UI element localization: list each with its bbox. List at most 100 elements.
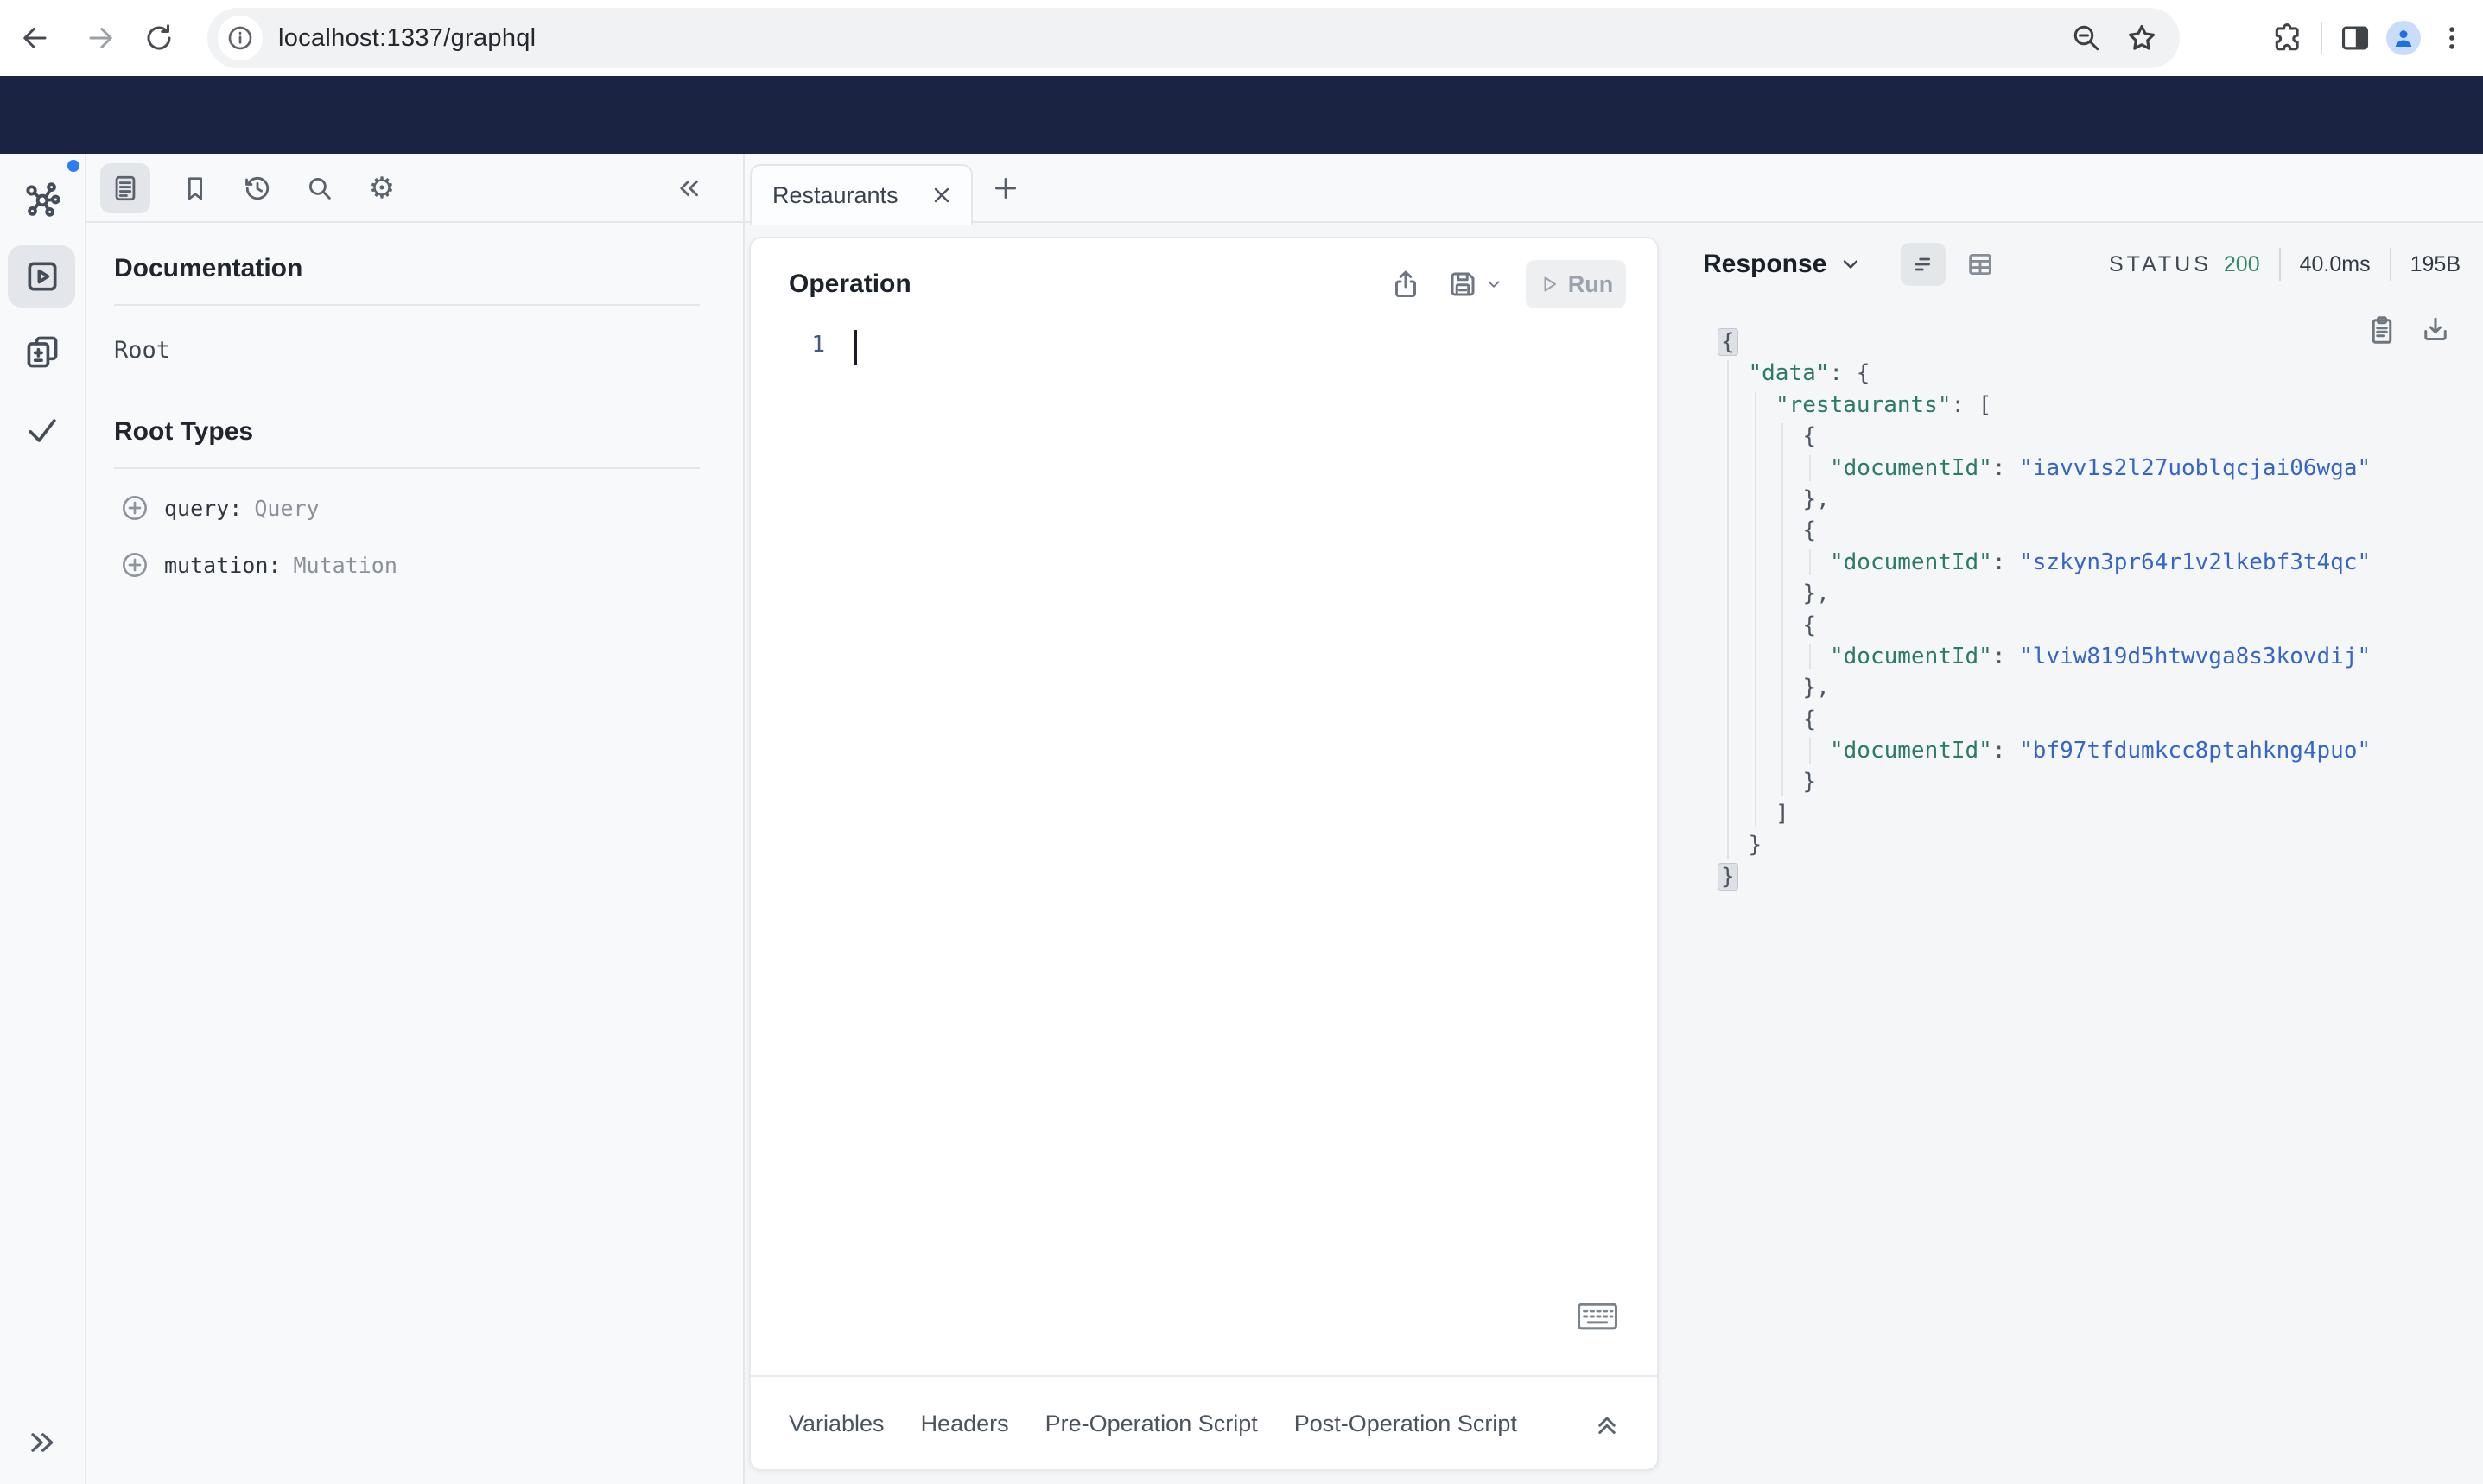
expand-bottom-panel-icon[interactable] (1591, 1408, 1623, 1439)
bottom-tabs-list: Variables Headers Pre-Operation Script Post… (789, 1411, 1553, 1437)
main-area: Restaurants Operation Run 1 Variables He… (745, 154, 2483, 1484)
tab-restaurants[interactable]: Restaurants (750, 164, 973, 225)
browser-menu-icon[interactable] (2428, 14, 2476, 62)
documentation-tab-icon[interactable] (110, 173, 141, 204)
json-line: "documentId": "iavv1s2l27uoblqcjai06wga" (1830, 454, 2372, 481)
schema-diff-icon[interactable] (22, 333, 62, 372)
indent-guide (1808, 738, 1811, 764)
json-line: "data": { (1748, 360, 1870, 387)
bookmark-star-icon[interactable] (2123, 8, 2161, 68)
root-type-type[interactable]: Query (254, 496, 319, 521)
json-line: { (1802, 423, 1817, 450)
json-line: }, (1802, 485, 1830, 512)
indent-guide (1808, 454, 1811, 481)
explorer-icon[interactable] (22, 257, 62, 296)
json-line: { (1802, 706, 1817, 732)
extensions-icon[interactable] (2264, 14, 2312, 62)
json-line: }, (1802, 580, 1830, 607)
formatted-view-toggle[interactable] (1901, 243, 1946, 286)
json-line: "restaurants": [ (1775, 391, 1992, 418)
left-icon-rail (0, 154, 86, 1484)
browser-chrome: localhost:1337/graphql (0, 0, 2483, 76)
bottom-tab-variables[interactable]: Variables (789, 1411, 885, 1437)
download-response-icon[interactable] (2420, 314, 2453, 347)
indent-guide (1727, 360, 1729, 859)
expand-rail-icon[interactable] (22, 1425, 62, 1460)
profile-avatar[interactable] (2379, 14, 2428, 62)
json-line: }, (1802, 675, 1830, 701)
browser-reload-button[interactable] (140, 19, 178, 57)
response-options-chevron-icon[interactable] (1838, 252, 1863, 276)
json-line: "documentId": "lviw819d5htwvga8s3kovdij" (1830, 643, 2372, 669)
browser-back-button[interactable] (16, 19, 54, 57)
search-icon[interactable] (304, 173, 335, 204)
root-type-field: mutation: (164, 552, 282, 578)
status-code: 200 (2223, 251, 2260, 276)
side-panel-icon[interactable] (2331, 14, 2379, 62)
status-label: STATUS (2108, 251, 2212, 276)
schema-graph-icon[interactable] (22, 180, 62, 219)
site-info-icon[interactable] (218, 16, 263, 60)
bottom-tab-headers[interactable]: Headers (921, 1411, 1009, 1437)
browser-controls (2264, 0, 2483, 76)
bottom-tab-post-operation-script[interactable]: Post-Operation Script (1294, 1411, 1517, 1437)
expand-plus-icon[interactable] (121, 494, 149, 522)
response-json: { "data": { "restaurants": [ { "documentId":… (1718, 327, 2372, 892)
fold-widget[interactable]: } (1718, 862, 1738, 891)
response-duration: 40.0ms (2299, 251, 2371, 276)
share-operation-icon[interactable] (1389, 268, 1422, 301)
response-panel: Response STATUS 200 40.0ms 195B {"data"… (1703, 237, 2483, 1472)
collapse-panel-icon[interactable] (674, 173, 705, 204)
divider (2321, 22, 2322, 54)
divider (2389, 248, 2391, 281)
browser-forward-button[interactable] (82, 19, 120, 57)
divider (114, 467, 700, 469)
indent-guide (1808, 644, 1811, 670)
copy-response-icon[interactable] (2366, 314, 2399, 347)
keyboard-shortcuts-icon[interactable] (1578, 1303, 1617, 1330)
documentation-panel: ⚙ Documentation Root Root Types query: Qu… (86, 154, 745, 1484)
root-type-type[interactable]: Mutation (293, 553, 397, 578)
root-link[interactable]: Root (114, 337, 700, 364)
indent-guide (1808, 549, 1811, 576)
response-title: Response (1703, 250, 1827, 278)
save-options-chevron-icon[interactable] (1484, 275, 1503, 294)
root-types-title: Root Types (114, 417, 254, 446)
indent-guide (1754, 391, 1756, 828)
run-button[interactable]: Run (1526, 260, 1626, 308)
table-view-toggle[interactable] (1965, 249, 1996, 280)
doc-body: Documentation Root Root Types query: Quer… (86, 223, 743, 583)
settings-gear-icon[interactable]: ⚙ (366, 172, 397, 205)
checks-icon[interactable] (22, 410, 62, 450)
schema-notification-dot (67, 160, 79, 172)
zoom-out-icon[interactable] (2067, 8, 2105, 68)
operation-editor[interactable]: 1 (751, 330, 1657, 1375)
save-operation-icon[interactable] (1446, 268, 1479, 301)
json-line: } (1802, 769, 1817, 796)
root-types-list: query: Query mutation: Mutation (114, 490, 700, 583)
json-line: "documentId": "bf97tfdumkcc8ptahkng4puo" (1830, 738, 2372, 764)
expand-plus-icon[interactable] (121, 551, 149, 579)
app-top-bar: A SANDBOX http://localhost:1337/gra... ⚙… (0, 76, 2483, 217)
history-icon[interactable] (242, 173, 273, 204)
browser-address-bar[interactable]: localhost:1337/graphql (207, 8, 2180, 68)
json-line: ] (1775, 800, 1789, 827)
operation-card: Operation Run 1 Variables Headers Pre-Op… (749, 237, 1659, 1471)
root-type-row[interactable]: mutation: Mutation (114, 547, 700, 583)
tab-close-icon[interactable] (930, 183, 954, 207)
response-header: Response STATUS 200 40.0ms 195B (1703, 237, 2483, 292)
fold-widget[interactable]: { (1718, 328, 1738, 356)
bookmarks-icon[interactable] (180, 173, 211, 204)
json-line: } (1748, 832, 1762, 859)
json-line: } (1718, 861, 2371, 892)
json-line: { (1802, 517, 1817, 544)
tab-label: Restaurants (772, 181, 899, 208)
text-caret (854, 330, 857, 365)
bottom-tab-pre-operation-script[interactable]: Pre-Operation Script (1045, 1411, 1258, 1437)
root-type-field: query: (164, 495, 243, 521)
url-text[interactable]: localhost:1337/graphql (278, 24, 536, 53)
documentation-title: Documentation (114, 254, 303, 282)
operation-tab-strip: Restaurants (745, 154, 2483, 225)
new-tab-icon[interactable] (992, 174, 1019, 202)
root-type-row[interactable]: query: Query (114, 490, 700, 526)
